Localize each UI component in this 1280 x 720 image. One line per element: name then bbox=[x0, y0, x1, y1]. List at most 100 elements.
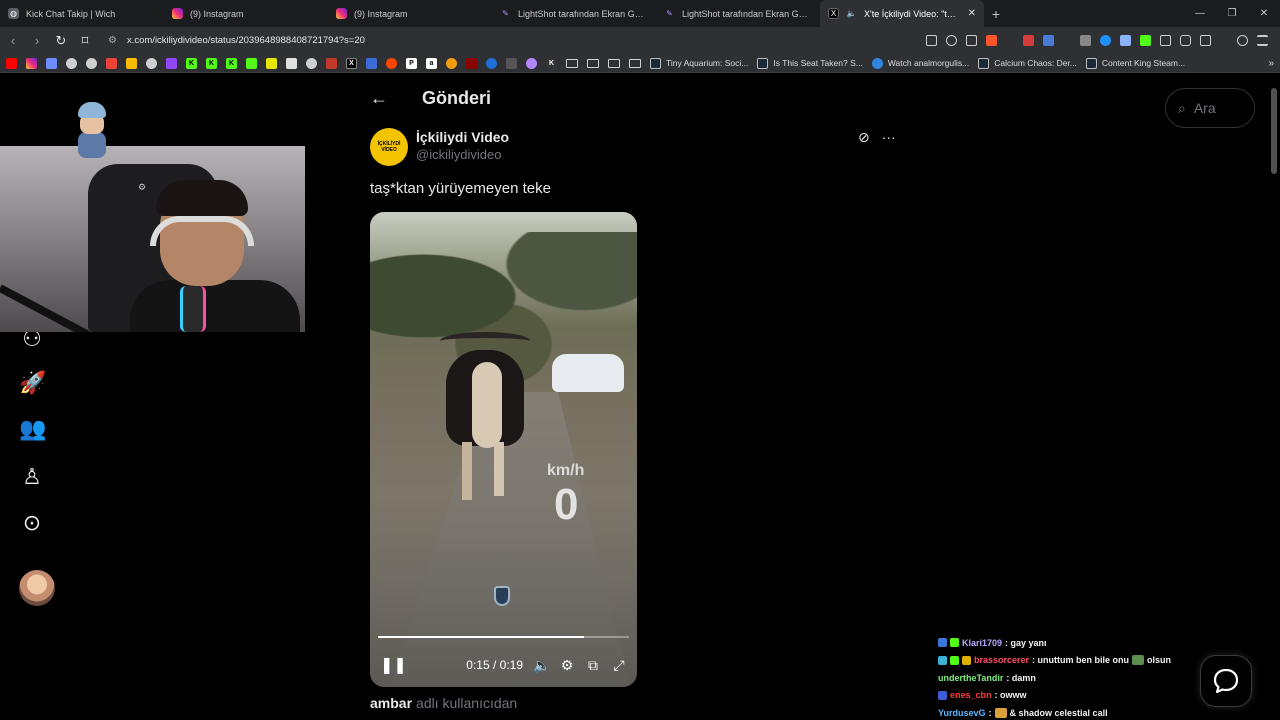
close-icon[interactable]: ✕ bbox=[968, 8, 976, 19]
tab-lightshot-2[interactable]: ✎ LightShot tarafından Ekran Görüntüsü bbox=[656, 0, 820, 27]
people-icon[interactable]: 👥 bbox=[19, 416, 46, 442]
messages-button[interactable] bbox=[1200, 655, 1252, 707]
settings-gear-icon[interactable]: ⚙ bbox=[559, 657, 575, 674]
globe-icon[interactable] bbox=[66, 57, 77, 69]
bookmark-icon[interactable]: ⌑ bbox=[78, 33, 92, 49]
globe-icon[interactable] bbox=[86, 57, 97, 69]
globe-icon[interactable] bbox=[306, 57, 317, 69]
bookmark-watch[interactable]: Watch analmorgulis... bbox=[871, 57, 970, 69]
folder-icon[interactable] bbox=[566, 58, 578, 68]
chair-logo: ⚙ bbox=[138, 182, 147, 192]
extension-kick-icon[interactable] bbox=[1140, 35, 1151, 46]
picture-in-picture-icon[interactable]: ⧉ bbox=[585, 657, 601, 674]
maximize-button[interactable]: ❐ bbox=[1216, 8, 1248, 19]
extension-purple-icon[interactable] bbox=[526, 57, 537, 69]
video-progress-bar[interactable] bbox=[378, 636, 629, 638]
extension-gray-icon[interactable] bbox=[1080, 35, 1091, 46]
extension-blue-icon[interactable] bbox=[366, 57, 377, 69]
reddit-icon[interactable] bbox=[386, 57, 397, 69]
extension-wave-icon[interactable] bbox=[1043, 35, 1054, 46]
author-handle[interactable]: @ickiliydivideo bbox=[416, 147, 509, 162]
more-options-icon[interactable]: ··· bbox=[882, 129, 896, 146]
webcam-overlay: ⚙ bbox=[0, 146, 305, 332]
rocket-icon[interactable]: 🚀 bbox=[19, 370, 46, 396]
reload-button[interactable]: ↻ bbox=[54, 33, 68, 49]
tab-instagram-2[interactable]: (9) Instagram bbox=[328, 0, 492, 27]
music-icon[interactable] bbox=[1237, 35, 1248, 46]
twitch-icon[interactable] bbox=[166, 57, 177, 69]
video-progress-fill bbox=[378, 636, 584, 638]
extension-blue-round-icon[interactable] bbox=[486, 57, 497, 69]
account-avatar[interactable] bbox=[19, 570, 55, 606]
extension-k-icon[interactable]: K bbox=[546, 57, 557, 69]
share-icon[interactable] bbox=[966, 35, 977, 46]
extension-badge-icon[interactable] bbox=[1023, 35, 1034, 46]
extensions-puzzle-icon[interactable] bbox=[1180, 35, 1191, 46]
instagram-icon bbox=[172, 8, 183, 19]
extension-orange-icon[interactable] bbox=[446, 57, 457, 69]
extension-window-icon[interactable] bbox=[1120, 35, 1131, 46]
lightshot-icon: ✎ bbox=[502, 9, 509, 18]
brave-shield-icon[interactable] bbox=[986, 35, 997, 46]
minimize-button[interactable]: — bbox=[1184, 8, 1216, 19]
pinterest-p-icon[interactable]: P bbox=[406, 57, 417, 69]
kick-icon[interactable]: K bbox=[186, 57, 197, 69]
tab-kick-chat[interactable]: ◍ Kick Chat Takip | Wich bbox=[0, 0, 164, 27]
instagram-icon[interactable] bbox=[26, 57, 37, 69]
close-window-button[interactable]: ✕ bbox=[1248, 8, 1280, 19]
speaker-icon[interactable]: 🔈 bbox=[846, 8, 857, 19]
extension-yellow-icon[interactable] bbox=[266, 57, 277, 69]
bookmark-steam-4[interactable]: Content King Steam... bbox=[1085, 57, 1185, 69]
folder-icon[interactable] bbox=[587, 58, 599, 68]
x-icon[interactable]: X bbox=[346, 57, 357, 69]
amazon-icon[interactable]: a bbox=[426, 57, 437, 69]
forward-button[interactable]: › bbox=[30, 33, 44, 48]
extension-square-icon[interactable] bbox=[1160, 35, 1171, 46]
more-circle-icon[interactable]: ⊙ bbox=[19, 510, 45, 536]
pause-icon[interactable]: ❚❚ bbox=[380, 655, 407, 675]
extension-blue-icon[interactable] bbox=[1100, 35, 1111, 46]
attribution-user[interactable]: ambar bbox=[370, 695, 412, 711]
chevron-right-double-icon[interactable]: » bbox=[1268, 58, 1274, 69]
back-arrow-icon[interactable]: ← bbox=[370, 88, 388, 109]
extension-text-icon[interactable] bbox=[506, 57, 517, 69]
extension-red-icon[interactable] bbox=[326, 57, 337, 69]
sidebar-icon[interactable] bbox=[1200, 35, 1211, 46]
author-avatar[interactable]: İÇKİLİYDİ VİDEO bbox=[370, 128, 408, 166]
extension-green-icon[interactable] bbox=[246, 57, 257, 69]
fullscreen-icon[interactable]: ⤢ bbox=[611, 657, 627, 674]
scrollbar[interactable] bbox=[1271, 88, 1277, 174]
tab-x-post[interactable]: X 🔈 X'te İçkiliydi Video: "taş*ktan ✕ bbox=[820, 0, 984, 27]
video-site-icon bbox=[871, 57, 883, 69]
grok-icon[interactable]: ⊘ bbox=[858, 129, 870, 146]
folder-icon[interactable] bbox=[629, 58, 641, 68]
bookmark-steam-2[interactable]: Is This Seat Taken? S... bbox=[757, 57, 863, 69]
bookmark-steam-1[interactable]: Tiny Aquarium: Soci... bbox=[650, 57, 748, 69]
gmail-icon[interactable] bbox=[106, 57, 117, 69]
search-box[interactable]: ⌕ Ara bbox=[1165, 88, 1255, 128]
new-tab-button[interactable]: + bbox=[984, 6, 1008, 22]
bookmark-steam-3[interactable]: Calcium Chaos: Der... bbox=[978, 57, 1077, 69]
video-player[interactable]: km/h 0 ❚❚ 0:15 / 0:19 🔈 ⚙ ⧉ ⤢ bbox=[370, 212, 637, 687]
kick-icon[interactable]: K bbox=[226, 57, 237, 69]
zoom-icon[interactable] bbox=[946, 35, 957, 46]
profile-icon[interactable]: ♙ bbox=[19, 464, 45, 490]
menu-icon[interactable] bbox=[1257, 35, 1268, 46]
site-info-icon[interactable]: ⚙ bbox=[108, 35, 117, 46]
url-field[interactable]: ⚙ x.com/ickiliydivideo/status/2039648988… bbox=[102, 30, 371, 51]
kick-icon[interactable]: K bbox=[206, 57, 217, 69]
folder-icon[interactable] bbox=[608, 58, 620, 68]
cast-icon[interactable] bbox=[926, 35, 937, 46]
youtube-icon[interactable] bbox=[6, 57, 17, 69]
tab-instagram-1[interactable]: (9) Instagram bbox=[164, 0, 328, 27]
tab-lightshot-1[interactable]: ✎ LightShot tarafından Ekran Görüntüsü bbox=[492, 0, 656, 27]
author-name[interactable]: İçkiliydi Video bbox=[416, 129, 509, 145]
bookmark-label: Watch analmorgulis... bbox=[887, 58, 970, 68]
anchor-icon[interactable] bbox=[286, 57, 297, 69]
extension-darkred-icon[interactable] bbox=[466, 57, 477, 69]
globe-icon[interactable] bbox=[146, 57, 157, 69]
gamepad-icon[interactable] bbox=[46, 57, 57, 69]
back-button[interactable]: ‹ bbox=[6, 33, 20, 48]
volume-icon[interactable]: 🔈 bbox=[533, 657, 550, 674]
drive-icon[interactable] bbox=[126, 57, 137, 69]
